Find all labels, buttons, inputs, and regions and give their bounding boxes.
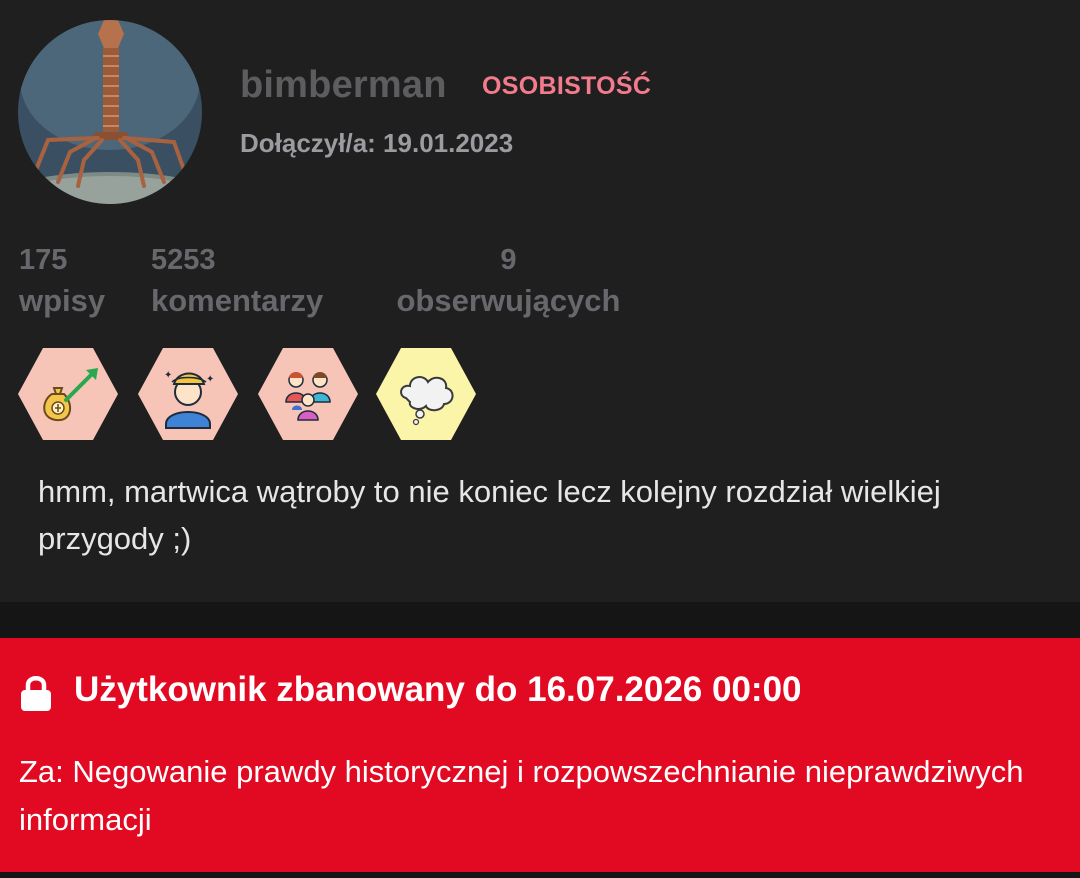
stat-followers[interactable]: 9 obserwujących — [384, 242, 633, 324]
dizzy-person-icon: ✦ ✦ — [138, 348, 238, 440]
badge-dizzy-person[interactable]: ✦ ✦ — [138, 348, 238, 440]
stat-comments-count: 5253 — [151, 244, 216, 276]
avatar[interactable] — [18, 20, 202, 204]
profile-bio: hmm, martwica wątroby to nie koniec lecz… — [38, 474, 941, 556]
money-bag-growth-icon — [18, 348, 118, 440]
lock-icon — [21, 676, 51, 711]
svg-text:✦: ✦ — [206, 374, 214, 385]
profile-card: bimberman OSOBISTOŚĆ Dołączył/a: 19.01.2… — [0, 0, 1080, 602]
badge-cloud-thought[interactable] — [376, 348, 476, 440]
stat-followers-label: obserwujących — [396, 283, 621, 318]
stat-followers-count: 9 — [500, 244, 517, 276]
stat-comments-label: komentarzy — [151, 283, 324, 318]
section-divider — [0, 602, 1080, 638]
badge-group-people[interactable] — [258, 348, 358, 440]
joined-date: Dołączył/a: 19.01.2023 — [240, 128, 514, 158]
badge-money-growth[interactable] — [18, 348, 118, 440]
ban-reason: Za: Negowanie prawdy historycznej i rozp… — [19, 754, 1024, 837]
bottom-divider — [0, 872, 1080, 878]
ban-title: Użytkownik zbanowany do 16.07.2026 00:00 — [74, 670, 802, 709]
svg-text:✦: ✦ — [164, 370, 172, 381]
stat-posts[interactable]: 175 wpisy — [19, 242, 105, 324]
cloud-thought-icon — [376, 348, 476, 440]
group-people-icon — [258, 348, 358, 440]
username[interactable]: bimberman — [240, 64, 447, 107]
bacteriophage-avatar-icon — [18, 20, 202, 204]
stat-comments[interactable]: 5253 komentarzy — [151, 242, 323, 324]
profile-page: bimberman OSOBISTOŚĆ Dołączył/a: 19.01.2… — [0, 0, 1080, 878]
stat-posts-count: 175 — [19, 244, 68, 276]
stat-posts-label: wpisy — [19, 283, 106, 318]
rank-badge: OSOBISTOŚĆ — [482, 72, 652, 100]
